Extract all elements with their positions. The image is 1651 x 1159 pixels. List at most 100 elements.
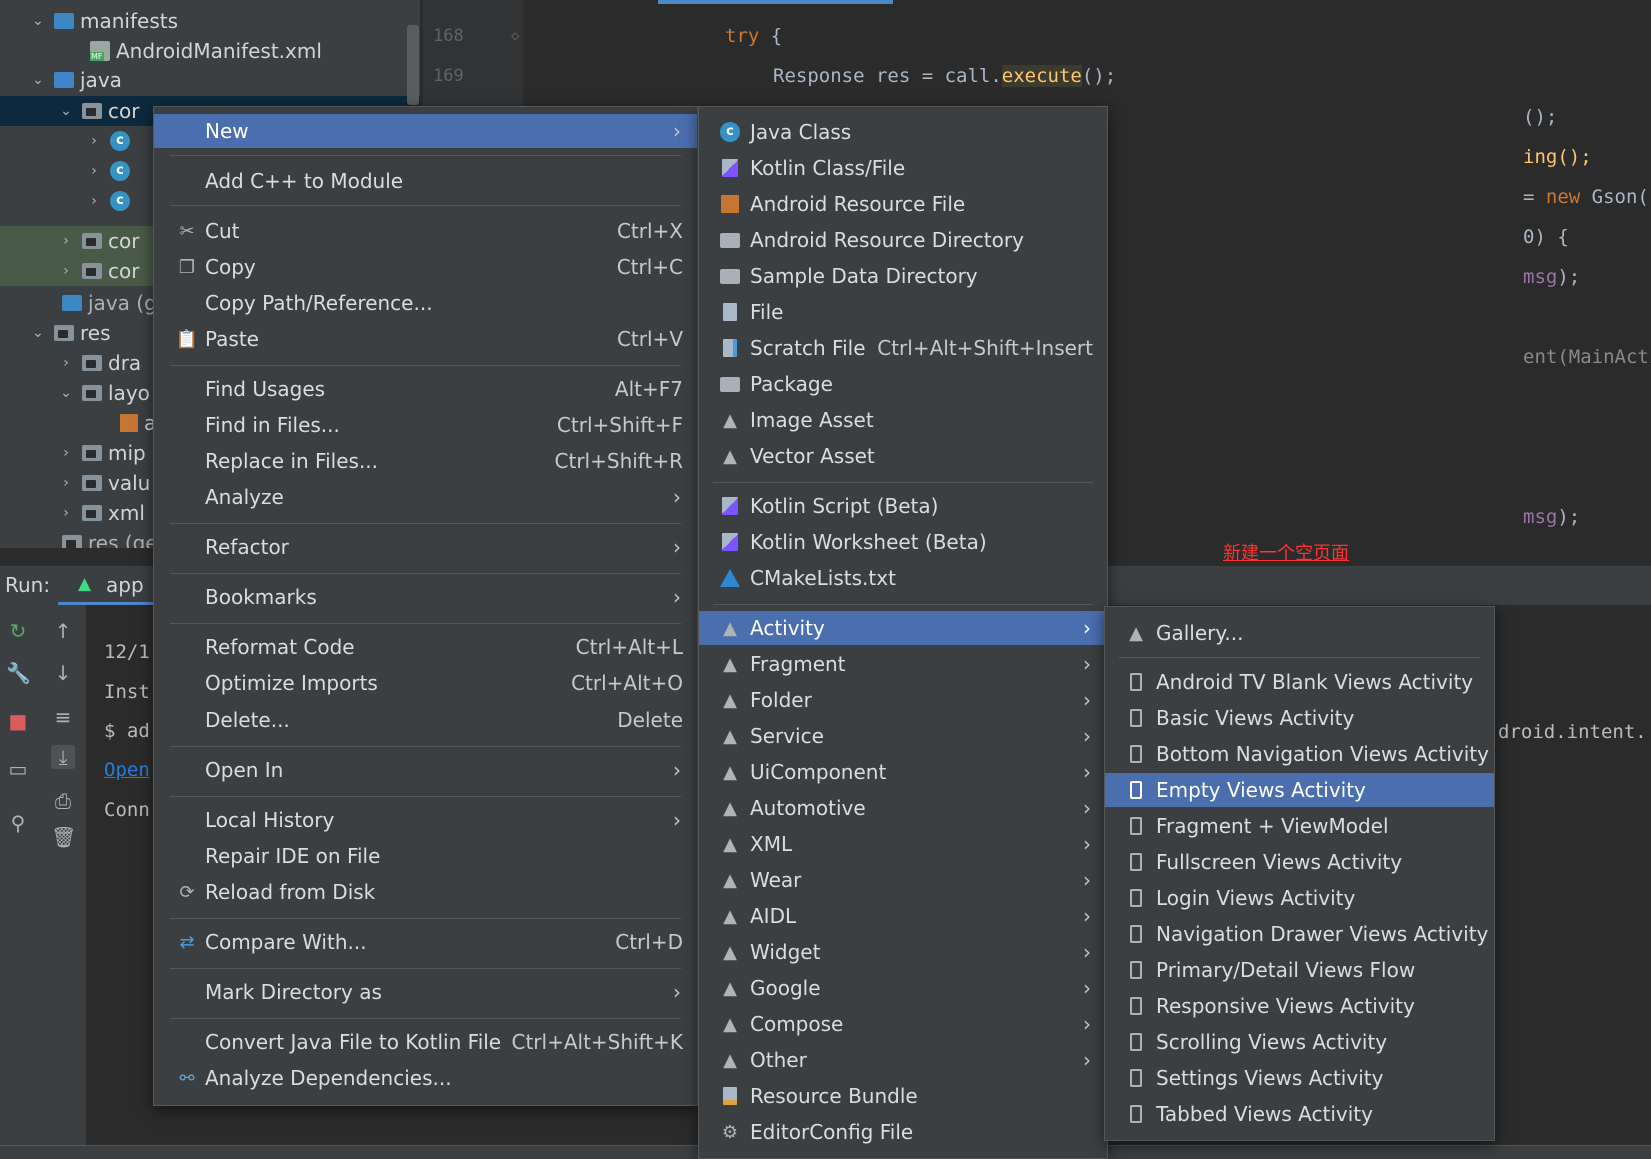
menu-item-image-asset[interactable]: ▲ Image Asset: [699, 403, 1107, 437]
menu-item-android-tv-blank[interactable]: Android TV Blank Views Activity: [1105, 665, 1494, 699]
chevron-right-icon: ›: [1083, 940, 1091, 964]
menu-item-paste[interactable]: 📋 Paste Ctrl+V: [154, 322, 697, 356]
stop-icon[interactable]: ■: [6, 709, 30, 733]
menu-item-empty-views[interactable]: Empty Views Activity: [1105, 773, 1494, 807]
wrench-icon[interactable]: 🔧: [6, 661, 31, 685]
menu-item-new[interactable]: New ›: [154, 114, 697, 148]
menu-item-local-history[interactable]: Local History ›: [154, 803, 697, 837]
console-line: Inst: [104, 681, 150, 703]
chevron-right-icon[interactable]: ›: [58, 475, 74, 491]
menu-item-cmakelists[interactable]: CMakeLists.txt: [699, 561, 1107, 595]
menu-item-wear[interactable]: ▲ Wear ›: [699, 863, 1107, 897]
menu-item-sample-data-directory[interactable]: Sample Data Directory: [699, 259, 1107, 293]
chevron-down-icon[interactable]: ⌄: [30, 13, 46, 29]
menu-item-repair-ide[interactable]: Repair IDE on File: [154, 839, 697, 873]
menu-item-fragment[interactable]: ▲ Fragment ›: [699, 647, 1107, 681]
layout-icon[interactable]: ▭: [6, 757, 30, 781]
menu-item-java-class[interactable]: c Java Class: [699, 115, 1107, 149]
menu-item-find-in-files[interactable]: Find in Files... Ctrl+Shift+F: [154, 408, 697, 442]
chevron-down-icon[interactable]: ⌄: [30, 325, 46, 341]
menu-item-open-in[interactable]: Open In ›: [154, 753, 697, 787]
menu-item-analyze[interactable]: Analyze ›: [154, 480, 697, 514]
menu-item-aidl[interactable]: ▲ AIDL ›: [699, 899, 1107, 933]
menu-item-mark-directory[interactable]: Mark Directory as ›: [154, 975, 697, 1009]
up-arrow-icon[interactable]: ↑: [51, 619, 75, 643]
menu-item-fragment-viewmodel[interactable]: Fragment + ViewModel: [1105, 809, 1494, 843]
chevron-right-icon[interactable]: ›: [58, 445, 74, 461]
tree-scrollbar[interactable]: [407, 25, 419, 105]
menu-item-cut[interactable]: ✂ Cut Ctrl+X: [154, 214, 697, 248]
menu-item-bookmarks[interactable]: Bookmarks ›: [154, 580, 697, 614]
print-icon[interactable]: ⎙: [51, 789, 75, 813]
rerun-icon[interactable]: ↻: [6, 619, 30, 643]
chevron-down-icon[interactable]: ⌄: [58, 103, 74, 119]
menu-item-uicomponent[interactable]: ▲ UiComponent ›: [699, 755, 1107, 789]
menu-item-scrolling-views[interactable]: Scrolling Views Activity: [1105, 1025, 1494, 1059]
menu-item-gallery[interactable]: ▲ Gallery...: [1105, 616, 1494, 650]
menu-item-copy-path[interactable]: Copy Path/Reference...: [154, 286, 697, 320]
tree-item-java[interactable]: ⌄ java: [0, 65, 420, 95]
menu-item-automotive[interactable]: ▲ Automotive ›: [699, 791, 1107, 825]
menu-item-kotlin-class[interactable]: Kotlin Class/File: [699, 151, 1107, 185]
menu-item-bottom-navigation[interactable]: Bottom Navigation Views Activity: [1105, 737, 1494, 771]
chevron-right-icon[interactable]: ›: [58, 233, 74, 249]
menu-item-fullscreen-views[interactable]: Fullscreen Views Activity: [1105, 845, 1494, 879]
chevron-right-icon[interactable]: ›: [58, 355, 74, 371]
menu-item-login-views[interactable]: Login Views Activity: [1105, 881, 1494, 915]
menu-item-other[interactable]: ▲ Other ›: [699, 1043, 1107, 1077]
menu-item-find-usages[interactable]: Find Usages Alt+F7: [154, 372, 697, 406]
menu-item-widget[interactable]: ▲ Widget ›: [699, 935, 1107, 969]
chevron-right-icon: ›: [673, 535, 681, 559]
menu-item-android-resource-file[interactable]: Android Resource File: [699, 187, 1107, 221]
console-link[interactable]: Open: [104, 759, 150, 781]
menu-item-compare-with[interactable]: ⇄ Compare With... Ctrl+D: [154, 925, 697, 959]
menu-item-navigation-drawer[interactable]: Navigation Drawer Views Activity: [1105, 917, 1494, 951]
menu-item-scratch-file[interactable]: Scratch File Ctrl+Alt+Shift+Insert: [699, 331, 1107, 365]
menu-item-primary-detail[interactable]: Primary/Detail Views Flow: [1105, 953, 1494, 987]
menu-item-settings-views[interactable]: Settings Views Activity: [1105, 1061, 1494, 1095]
chevron-right-icon[interactable]: ›: [58, 505, 74, 521]
menu-item-reformat-code[interactable]: Reformat Code Ctrl+Alt+L: [154, 630, 697, 664]
chevron-right-icon[interactable]: ›: [86, 193, 102, 209]
scroll-to-end-icon[interactable]: ⤓: [51, 745, 75, 769]
menu-item-kotlin-worksheet[interactable]: Kotlin Worksheet (Beta): [699, 525, 1107, 559]
menu-item-responsive-views[interactable]: Responsive Views Activity: [1105, 989, 1494, 1023]
fold-icon[interactable]: ◇: [511, 28, 519, 44]
tree-item-androidmanifest[interactable]: AndroidManifest.xml: [0, 36, 420, 66]
chevron-down-icon[interactable]: ⌄: [30, 72, 46, 88]
menu-item-editorconfig[interactable]: ⚙ EditorConfig File: [699, 1115, 1107, 1149]
menu-item-xml[interactable]: ▲ XML ›: [699, 827, 1107, 861]
menu-item-google[interactable]: ▲ Google ›: [699, 971, 1107, 1005]
menu-item-refactor[interactable]: Refactor ›: [154, 530, 697, 564]
menu-item-add-cpp[interactable]: Add C++ to Module: [154, 164, 697, 198]
menu-item-replace-in-files[interactable]: Replace in Files... Ctrl+Shift+R: [154, 444, 697, 478]
chevron-right-icon[interactable]: ›: [86, 133, 102, 149]
menu-item-android-resource-directory[interactable]: Android Resource Directory: [699, 223, 1107, 257]
menu-item-service[interactable]: ▲ Service ›: [699, 719, 1107, 753]
menu-item-convert-to-kotlin[interactable]: Convert Java File to Kotlin File Ctrl+Al…: [154, 1025, 697, 1059]
menu-item-tabbed-views[interactable]: Tabbed Views Activity: [1105, 1097, 1494, 1131]
down-arrow-icon[interactable]: ↓: [51, 661, 75, 685]
menu-item-compose[interactable]: ▲ Compose ›: [699, 1007, 1107, 1041]
tree-item-manifests[interactable]: ⌄ manifests: [0, 6, 420, 36]
run-tab-app[interactable]: app: [106, 573, 144, 597]
trash-icon[interactable]: 🗑: [51, 825, 76, 849]
soft-wrap-icon[interactable]: ≡: [51, 705, 75, 729]
pin-icon[interactable]: ⚲: [6, 811, 30, 835]
menu-item-reload-from-disk[interactable]: ⟳ Reload from Disk: [154, 875, 697, 909]
menu-item-activity[interactable]: ▲ Activity ›: [699, 611, 1107, 645]
menu-item-delete[interactable]: Delete... Delete: [154, 703, 697, 737]
menu-item-folder[interactable]: ▲ Folder ›: [699, 683, 1107, 717]
menu-item-package[interactable]: Package: [699, 367, 1107, 401]
menu-item-kotlin-script[interactable]: Kotlin Script (Beta): [699, 489, 1107, 523]
chevron-down-icon[interactable]: ⌄: [58, 385, 74, 401]
menu-item-file[interactable]: File: [699, 295, 1107, 329]
menu-item-resource-bundle[interactable]: Resource Bundle: [699, 1079, 1107, 1113]
chevron-right-icon[interactable]: ›: [86, 163, 102, 179]
menu-item-basic-views[interactable]: Basic Views Activity: [1105, 701, 1494, 735]
menu-item-vector-asset[interactable]: ▲ Vector Asset: [699, 439, 1107, 473]
menu-item-copy[interactable]: ❐ Copy Ctrl+C: [154, 250, 697, 284]
menu-item-optimize-imports[interactable]: Optimize Imports Ctrl+Alt+O: [154, 666, 697, 700]
menu-item-analyze-dependencies[interactable]: ⚯ Analyze Dependencies...: [154, 1061, 697, 1095]
chevron-right-icon[interactable]: ›: [58, 263, 74, 279]
